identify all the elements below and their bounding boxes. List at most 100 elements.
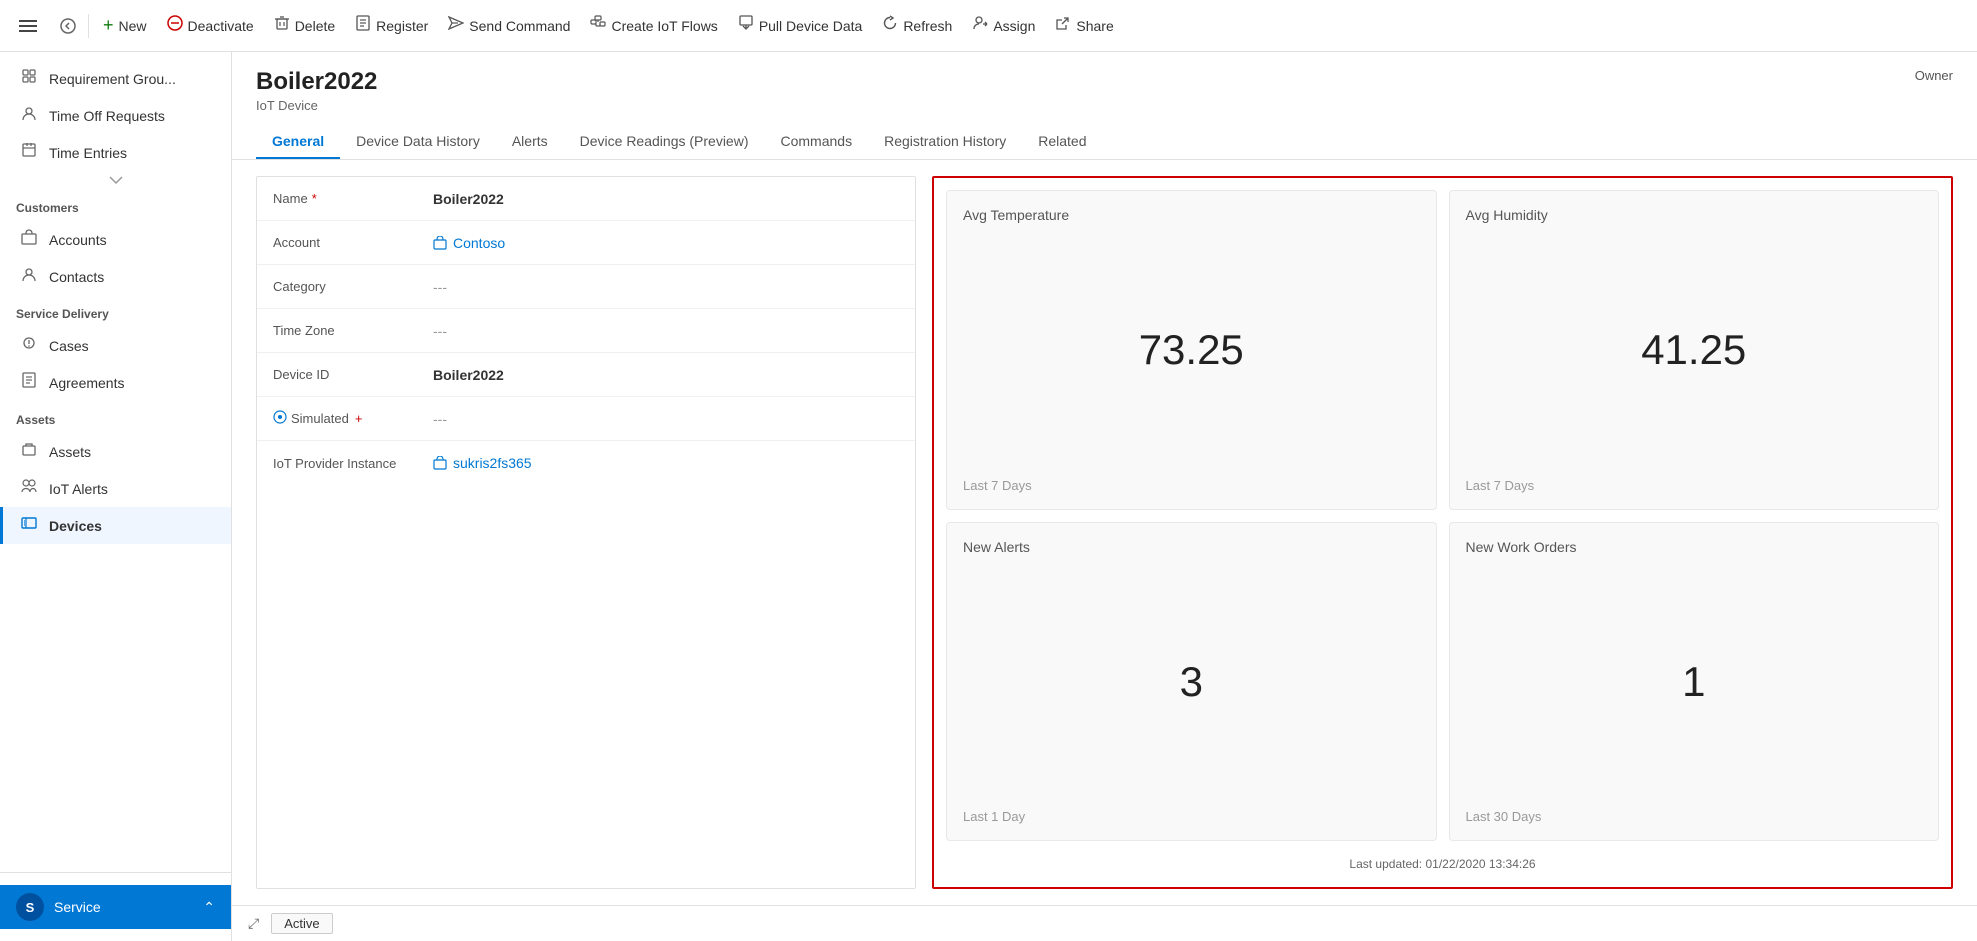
field-account: Account Contoso (257, 221, 915, 265)
share-button[interactable]: Share (1045, 9, 1123, 42)
tabs-bar: General Device Data History Alerts Devic… (256, 125, 1953, 159)
tab-content-general: Name * Boiler2022 Account C (232, 160, 1977, 905)
assets-icon (19, 441, 39, 462)
sidebar-item-cases[interactable]: Cases (0, 327, 231, 364)
sidebar-item-accounts[interactable]: Accounts (0, 221, 231, 258)
field-device-id-value[interactable]: Boiler2022 (433, 367, 899, 383)
share-icon (1055, 15, 1071, 36)
sidebar-item-time-entries[interactable]: Time Entries (0, 134, 231, 171)
tab-general[interactable]: General (256, 125, 340, 159)
stats-grid: Avg Temperature 73.25 Last 7 Days Avg Hu… (946, 190, 1939, 841)
time-entries-icon (19, 142, 39, 163)
tab-related[interactable]: Related (1022, 125, 1102, 159)
cases-icon (19, 335, 39, 356)
record-owner: Owner (1915, 68, 1953, 83)
record-type: IoT Device (256, 98, 377, 113)
field-time-zone: Time Zone --- (257, 309, 915, 353)
new-button[interactable]: + New (93, 9, 157, 42)
sidebar: Requirement Grou... Time Off Requests (0, 52, 232, 941)
sidebar-section-customers: Customers Accounts Contacts (0, 189, 231, 295)
field-category-value[interactable]: --- (433, 279, 899, 295)
simulated-icon (273, 410, 287, 427)
sidebar-footer: S Service ⌃ (0, 872, 231, 941)
requirement-group-icon (19, 68, 39, 89)
new-alerts-period: Last 1 Day (963, 809, 1420, 824)
time-off-icon (19, 105, 39, 126)
tab-alerts[interactable]: Alerts (496, 125, 564, 159)
form-panel: Name * Boiler2022 Account C (256, 176, 916, 889)
field-simulated: Simulated + --- (257, 397, 915, 441)
avg-humidity-label: Avg Humidity (1466, 207, 1923, 223)
plus-icon: + (103, 15, 114, 36)
send-command-icon (448, 15, 464, 36)
field-account-value[interactable]: Contoso (433, 235, 899, 251)
send-command-button[interactable]: Send Command (438, 9, 580, 42)
tab-registration-history[interactable]: Registration History (868, 125, 1022, 159)
field-timezone-value[interactable]: --- (433, 323, 899, 339)
toolbar: + New Deactivate Delete (0, 0, 1977, 52)
refresh-icon (882, 15, 898, 36)
tab-device-readings[interactable]: Device Readings (Preview) (564, 125, 765, 159)
stat-card-new-work-orders: New Work Orders 1 Last 30 Days (1449, 522, 1940, 842)
avg-temperature-period: Last 7 Days (963, 478, 1420, 493)
avatar: S (16, 893, 44, 921)
content-area: Boiler2022 IoT Device Owner General Devi… (232, 52, 1977, 941)
sidebar-section-service-delivery: Service Delivery Cases (0, 295, 231, 401)
delete-button[interactable]: Delete (264, 9, 345, 42)
sidebar-item-requirement-group[interactable]: Requirement Grou... (0, 60, 231, 97)
refresh-button[interactable]: Refresh (872, 9, 962, 42)
sidebar-footer-service[interactable]: S Service ⌃ (0, 885, 231, 929)
new-work-orders-label: New Work Orders (1466, 539, 1923, 555)
stats-footer: Last updated: 01/22/2020 13:34:26 (946, 853, 1939, 875)
new-work-orders-period: Last 30 Days (1466, 809, 1923, 824)
collapse-icon[interactable]: ⌃ (203, 899, 215, 916)
devices-icon (19, 515, 39, 536)
stat-card-avg-temperature: Avg Temperature 73.25 Last 7 Days (946, 190, 1437, 510)
sidebar-item-iot-alerts[interactable]: IoT Alerts (0, 470, 231, 507)
avg-temperature-label: Avg Temperature (963, 207, 1420, 223)
back-navigation-icon[interactable] (52, 10, 84, 42)
stat-card-new-alerts: New Alerts 3 Last 1 Day (946, 522, 1437, 842)
field-name: Name * Boiler2022 (257, 177, 915, 221)
agreements-icon (19, 372, 39, 393)
field-simulated-value[interactable]: --- (433, 411, 899, 427)
status-badge[interactable]: Active (271, 913, 332, 934)
hamburger-menu-icon[interactable] (12, 10, 44, 42)
main-layout: Requirement Grou... Time Off Requests (0, 52, 1977, 941)
iot-provider-link-icon (433, 456, 447, 470)
sidebar-item-time-off-requests[interactable]: Time Off Requests (0, 97, 231, 134)
stat-card-avg-humidity: Avg Humidity 41.25 Last 7 Days (1449, 190, 1940, 510)
expand-icon[interactable]: ⤢ (248, 915, 259, 932)
iot-alerts-icon (19, 478, 39, 499)
bottom-bar: ⤢ Active (232, 905, 1977, 941)
create-iot-flows-button[interactable]: Create IoT Flows (580, 9, 727, 42)
field-iot-provider: IoT Provider Instance sukris2fs365 (257, 441, 915, 485)
create-iot-flows-icon (590, 15, 606, 36)
record-header: Boiler2022 IoT Device Owner General Devi… (232, 52, 1977, 160)
stats-panel: Avg Temperature 73.25 Last 7 Days Avg Hu… (932, 176, 1953, 889)
record-title: Boiler2022 (256, 68, 377, 96)
tab-commands[interactable]: Commands (764, 125, 868, 159)
register-button[interactable]: Register (345, 9, 438, 42)
new-alerts-label: New Alerts (963, 539, 1420, 555)
deactivate-button[interactable]: Deactivate (157, 9, 264, 42)
deactivate-icon (167, 15, 183, 36)
sidebar-section-assets: Assets Assets (0, 401, 231, 544)
field-device-id: Device ID Boiler2022 (257, 353, 915, 397)
register-icon (355, 15, 371, 36)
avg-temperature-value: 73.25 (963, 321, 1420, 379)
pull-device-data-button[interactable]: Pull Device Data (728, 9, 873, 42)
tab-device-data-history[interactable]: Device Data History (340, 125, 496, 159)
avg-humidity-period: Last 7 Days (1466, 478, 1923, 493)
assign-button[interactable]: Assign (962, 9, 1045, 42)
sidebar-item-assets[interactable]: Assets (0, 433, 231, 470)
sidebar-item-contacts[interactable]: Contacts (0, 258, 231, 295)
accounts-icon (19, 229, 39, 250)
field-name-value[interactable]: Boiler2022 (433, 191, 899, 207)
account-link-icon (433, 236, 447, 250)
sidebar-item-devices[interactable]: Devices (0, 507, 231, 544)
delete-icon (274, 15, 290, 36)
new-work-orders-value: 1 (1466, 653, 1923, 711)
field-iot-provider-value[interactable]: sukris2fs365 (433, 455, 899, 471)
sidebar-item-agreements[interactable]: Agreements (0, 364, 231, 401)
